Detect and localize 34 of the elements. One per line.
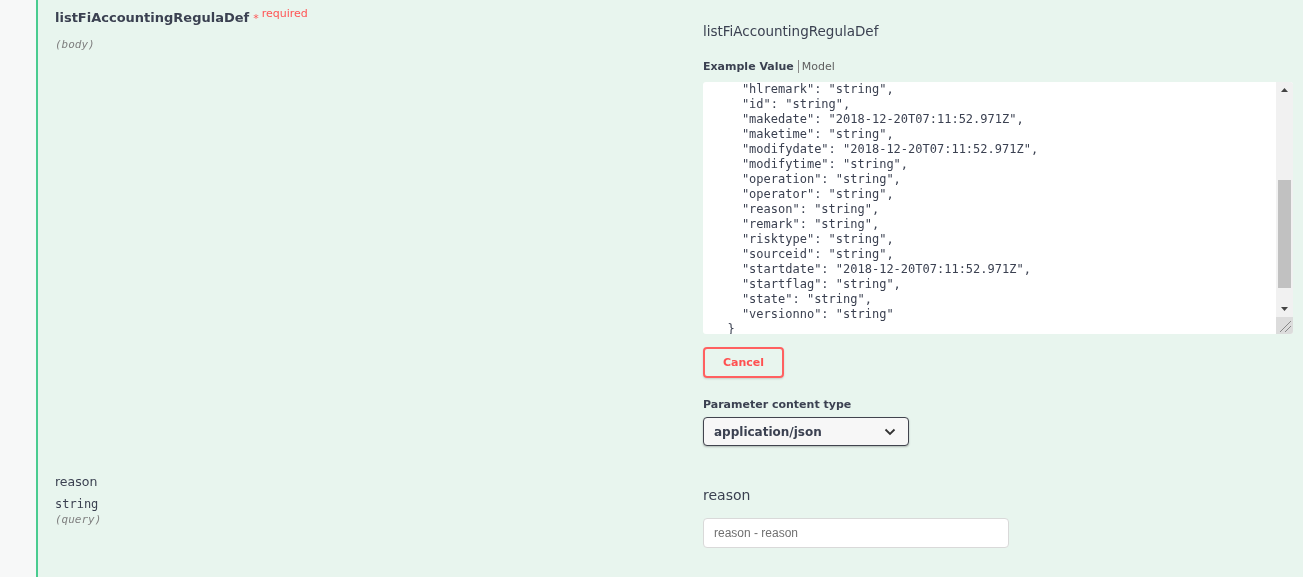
parameter-type: string bbox=[55, 497, 100, 511]
example-value-textarea[interactable] bbox=[703, 82, 1293, 334]
code-line: "remark": "string", bbox=[740, 217, 881, 232]
code-line: "hlremark": "string", bbox=[740, 82, 895, 97]
code-line: "operator": "string", bbox=[740, 187, 895, 202]
reason-input-field[interactable]: reason - reason bbox=[703, 518, 1009, 548]
parameter-location: (query) bbox=[55, 513, 103, 526]
field-label: reason bbox=[703, 487, 751, 503]
code-line: "startflag": "string", bbox=[740, 277, 902, 292]
parameter-name: listFiAccountingRegulaDef bbox=[55, 10, 250, 25]
parameter-name: reason bbox=[55, 474, 99, 489]
code-line: "modifydate": "2018-12-20T07:11:52.971Z", bbox=[740, 142, 1040, 157]
content-type-select[interactable]: application/json bbox=[703, 417, 909, 446]
code-line: "id": "string", bbox=[740, 97, 852, 112]
parameter-location: (body) bbox=[55, 38, 96, 51]
code-line: "sourceid": "string", bbox=[740, 247, 895, 262]
code-line: "operation": "string", bbox=[740, 172, 902, 187]
schema-title: listFiAccountingRegulaDef bbox=[703, 23, 879, 39]
required-mark: * bbox=[253, 12, 259, 25]
code-line: "modifytime": "string", bbox=[740, 157, 910, 172]
code-line: "versionno": "string" bbox=[740, 307, 895, 322]
scrollbar[interactable] bbox=[1276, 82, 1293, 334]
code-line: "maketime": "string", bbox=[740, 127, 895, 142]
required-label: required bbox=[261, 7, 308, 20]
chevron-down-icon bbox=[884, 427, 896, 436]
resize-grip-icon[interactable] bbox=[1276, 317, 1293, 334]
code-line: "startdate": "2018-12-20T07:11:52.971Z", bbox=[740, 262, 1032, 277]
code-line: "reason": "string", bbox=[740, 202, 881, 217]
code-line: "risktype": "string", bbox=[740, 232, 895, 247]
content-type-label: Parameter content type bbox=[703, 398, 852, 411]
example-tab[interactable]: Model bbox=[801, 60, 839, 73]
example-tab[interactable]: Example Value bbox=[703, 60, 799, 73]
code-line: "makedate": "2018-12-20T07:11:52.971Z", bbox=[740, 112, 1025, 127]
code-line: "state": "string", bbox=[740, 292, 873, 307]
